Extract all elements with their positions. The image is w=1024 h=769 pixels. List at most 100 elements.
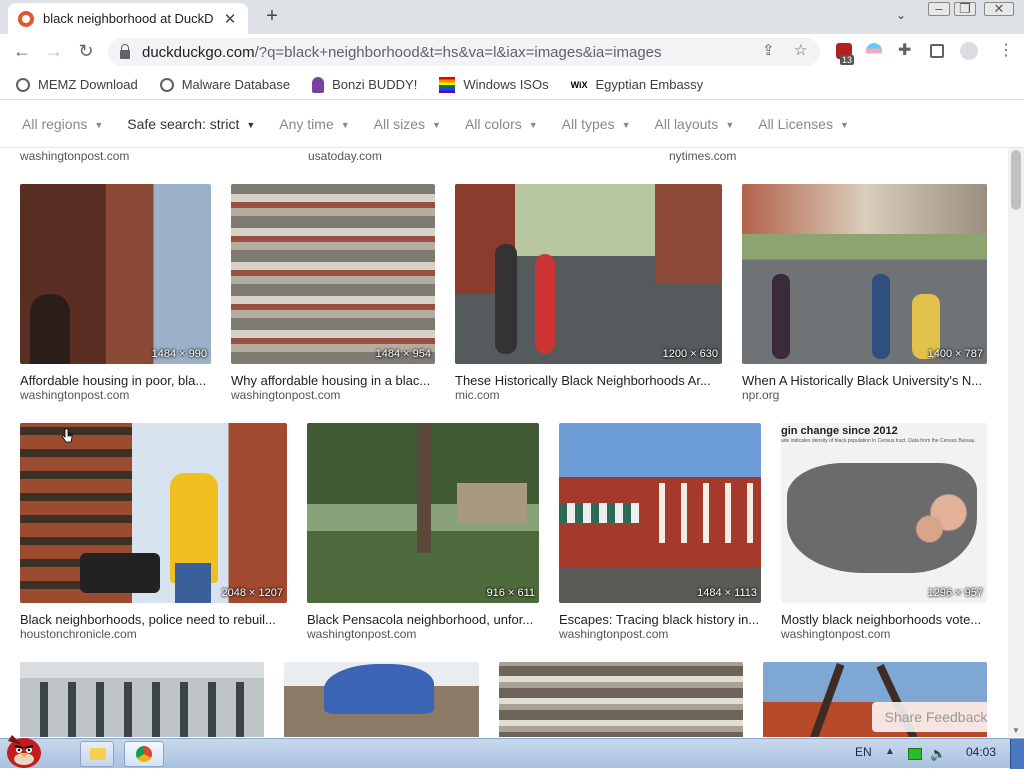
result-title[interactable]: These Historically Black Neighborhoods A… <box>455 373 722 388</box>
maximize-button[interactable]: ❐ <box>954 2 976 16</box>
browser-toolbar: ← → ↻ duckduckgo.com/?q=black+neighborho… <box>0 34 1024 70</box>
windows-icon <box>439 76 456 93</box>
filter-layouts[interactable]: All layouts ▼ <box>655 116 735 132</box>
extension-flag-icon[interactable] <box>866 43 882 59</box>
image-result[interactable]: 1484 × 954 Why affordable housing in a b… <box>231 184 435 404</box>
result-source[interactable]: npr.org <box>742 388 779 402</box>
back-button[interactable]: ← <box>11 41 33 62</box>
new-tab-button[interactable]: + <box>260 5 284 28</box>
result-source[interactable]: houstonchronicle.com <box>20 627 137 641</box>
result-source[interactable]: usatoday.com <box>308 149 382 163</box>
browser-tab[interactable]: black neighborhood at DuckD ✕ <box>8 3 248 34</box>
image-result[interactable]: 1400 × 787 When A Historically Black Uni… <box>742 184 987 404</box>
profile-avatar[interactable] <box>960 42 978 60</box>
filter-label: All colors <box>464 116 522 132</box>
result-title[interactable]: Black Pensacola neighborhood, unfor... <box>307 612 539 627</box>
result-thumbnail[interactable]: 1484 × 954 <box>231 184 435 364</box>
filter-label: All Licenses <box>758 116 833 132</box>
result-title[interactable]: Black neighborhoods, police need to rebu… <box>20 612 287 627</box>
result-source[interactable]: washingtonpost.com <box>559 627 668 641</box>
scrollbar-thumb[interactable] <box>1011 150 1021 210</box>
result-title[interactable]: Escapes: Tracing black history in... <box>559 612 761 627</box>
image-dimensions: 916 × 611 <box>486 587 535 599</box>
menu-kebab-icon[interactable]: ⋮ <box>998 40 1014 60</box>
result-source[interactable]: washingtonpost.com <box>20 388 129 402</box>
bookmark-bonzi-buddy[interactable]: Bonzi BUDDY! <box>312 76 417 93</box>
start-angry-bird-icon[interactable] <box>2 731 48 769</box>
show-desktop-button[interactable] <box>1010 739 1024 769</box>
result-source[interactable]: mic.com <box>455 388 500 402</box>
filter-types[interactable]: All types ▼ <box>562 116 631 132</box>
side-panel-icon[interactable] <box>930 44 944 58</box>
result-thumbnail[interactable] <box>499 662 743 737</box>
result-source[interactable]: washingtonpost.com <box>231 388 340 402</box>
result-source[interactable]: washingtonpost.com <box>20 149 129 163</box>
address-bar[interactable]: duckduckgo.com/?q=black+neighborhood&t=h… <box>108 38 820 66</box>
image-dimensions: 1484 × 954 <box>375 348 431 360</box>
url-path: /?q=black+neighborhood&t=hs&va=l&iax=ima… <box>254 43 662 61</box>
image-result[interactable]: gin change since 2012 ade indicates dens… <box>781 423 987 643</box>
filter-safe-search[interactable]: Safe search: strict ▼ <box>127 116 255 132</box>
image-result[interactable]: 2048 × 1207 Black neighborhoods, police … <box>20 423 287 643</box>
page-scrollbar[interactable]: ▼ <box>1008 148 1024 737</box>
forward-button[interactable]: → <box>43 41 65 62</box>
language-indicator[interactable]: EN <box>855 745 872 759</box>
taskbar-chrome[interactable] <box>124 741 164 767</box>
result-title[interactable]: Why affordable housing in a blac... <box>231 373 435 388</box>
bookmark-label: MEMZ Download <box>38 77 138 92</box>
bookmark-malware-database[interactable]: Malware Database <box>159 77 291 92</box>
filter-regions[interactable]: All regions ▼ <box>22 116 103 132</box>
result-thumbnail[interactable]: gin change since 2012 ade indicates dens… <box>781 423 987 603</box>
result-thumbnail[interactable]: 1484 × 1113 <box>559 423 761 603</box>
filter-label: All regions <box>22 116 88 132</box>
image-result[interactable]: 1200 × 630 These Historically Black Neig… <box>455 184 722 404</box>
filter-colors[interactable]: All colors ▼ <box>465 116 538 132</box>
result-thumbnail[interactable] <box>20 662 264 737</box>
result-thumbnail[interactable]: 1484 × 990 <box>20 184 211 364</box>
result-thumbnail[interactable]: 916 × 611 <box>307 423 539 603</box>
tray-expand-icon[interactable]: ▲ <box>885 746 895 757</box>
share-icon[interactable]: ⇪ <box>762 41 775 59</box>
bookmark-egyptian-embassy[interactable]: WiX Egyptian Embassy <box>571 77 704 92</box>
result-thumbnail[interactable]: 1400 × 787 <box>742 184 987 364</box>
scroll-down-arrow-icon[interactable]: ▼ <box>1012 726 1020 735</box>
result-thumbnail[interactable]: 1200 × 630 <box>455 184 722 364</box>
network-icon[interactable] <box>908 748 922 760</box>
caret-down-icon: ▼ <box>839 120 849 130</box>
filter-sizes[interactable]: All sizes ▼ <box>374 116 441 132</box>
image-result[interactable]: 916 × 611 Black Pensacola neighborhood, … <box>307 423 539 643</box>
clock[interactable]: 04:03 <box>966 745 996 759</box>
bookmark-windows-isos[interactable]: Windows ISOs <box>439 76 549 93</box>
result-title[interactable]: Mostly black neighborhoods vote... <box>781 612 987 627</box>
filter-time[interactable]: Any time ▼ <box>279 116 349 132</box>
result-title[interactable]: When A Historically Black University's N… <box>742 373 987 388</box>
close-window-button[interactable]: ✕ <box>984 2 1014 16</box>
reload-button[interactable]: ↻ <box>75 41 97 62</box>
taskbar-file-explorer[interactable] <box>80 741 114 767</box>
bookmark-memz[interactable]: MEMZ Download <box>16 77 138 92</box>
filter-licenses[interactable]: All Licenses ▼ <box>758 116 849 132</box>
caret-down-icon: ▼ <box>246 120 256 130</box>
image-results: washingtonpost.com usatoday.com nytimes.… <box>0 148 1008 737</box>
result-thumbnail[interactable]: 2048 × 1207 <box>20 423 287 603</box>
volume-icon[interactable]: 🔈 <box>930 746 946 762</box>
lock-icon <box>120 43 130 59</box>
minimize-button[interactable]: – <box>928 2 950 16</box>
extensions-puzzle-icon[interactable]: ✚ <box>898 40 911 60</box>
us-map-shape <box>787 463 977 573</box>
url-host: duckduckgo.com <box>142 43 255 61</box>
image-result[interactable]: 1484 × 990 Affordable housing in poor, b… <box>20 184 211 404</box>
image-result[interactable]: 1484 × 1113 Escapes: Tracing black histo… <box>559 423 761 643</box>
image-dimensions: 1400 × 787 <box>927 348 983 360</box>
result-source[interactable]: washingtonpost.com <box>781 627 890 641</box>
tab-title: black neighborhood at DuckD <box>43 11 214 26</box>
result-thumbnail[interactable] <box>284 662 479 737</box>
result-source[interactable]: washingtonpost.com <box>307 627 416 641</box>
share-feedback-button[interactable]: Share Feedback <box>872 702 1000 732</box>
bookmark-star-icon[interactable]: ☆ <box>794 41 807 59</box>
result-title[interactable]: Affordable housing in poor, bla... <box>20 373 211 388</box>
tab-search-chevron-icon[interactable]: ⌄ <box>896 8 906 22</box>
tab-close-icon[interactable]: ✕ <box>222 10 238 28</box>
result-source[interactable]: nytimes.com <box>669 149 736 163</box>
bookmark-label: Malware Database <box>181 77 291 92</box>
